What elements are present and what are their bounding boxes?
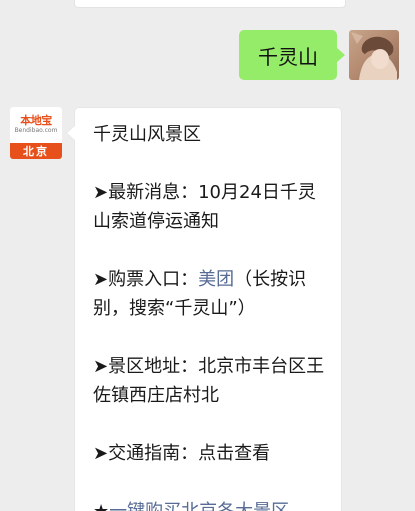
latest-news-prefix: ➤最新消息： bbox=[93, 182, 199, 203]
previous-message-bubble[interactable] bbox=[74, 0, 346, 8]
outgoing-message-text: 千灵山 bbox=[258, 44, 318, 69]
ticket-line: ➤购票入口：美团（长按识别，搜索“千灵山”） bbox=[93, 265, 327, 323]
official-account-avatar[interactable]: 本地宝 Bendibao.com 北京 bbox=[10, 107, 62, 159]
chat-view: 千灵山 本地宝 Bendibao.com 北京 千灵山风景区 ➤最新消息：10月… bbox=[0, 0, 415, 511]
line-spacer bbox=[93, 410, 327, 439]
incoming-message-bubble[interactable]: 千灵山风景区 ➤最新消息：10月24日千灵山索道停运通知 ➤购票入口：美团（长按… bbox=[66, 107, 342, 511]
line-spacer bbox=[93, 323, 327, 352]
star-icon: ★ bbox=[93, 501, 109, 511]
traffic-line: ➤交通指南：点击查看 bbox=[93, 439, 327, 468]
message-title: 千灵山风景区 bbox=[93, 124, 201, 145]
line-spacer bbox=[93, 468, 327, 497]
traffic-prefix: ➤交通指南： bbox=[93, 443, 199, 464]
brand-logo-area: 本地宝 Bendibao.com bbox=[10, 107, 62, 143]
line-spacer bbox=[93, 236, 327, 265]
brand-logo-text: 本地宝 bbox=[20, 114, 52, 127]
traffic-link[interactable]: 点击查看 bbox=[198, 443, 270, 464]
line-spacer bbox=[93, 149, 327, 178]
latest-news-line: ➤最新消息：10月24日千灵山索道停运通知 bbox=[93, 178, 327, 236]
address-prefix: ➤景区地址： bbox=[93, 356, 199, 377]
outgoing-message-bubble[interactable]: 千灵山 bbox=[239, 30, 345, 80]
buy-all-link[interactable]: 一键购买北京各大景区 bbox=[109, 501, 289, 511]
ticket-prefix: ➤购票入口： bbox=[93, 269, 199, 290]
brand-url-text: Bendibao.com bbox=[14, 127, 58, 134]
meituan-link[interactable]: 美团 bbox=[198, 269, 234, 290]
address-line: ➤景区地址：北京市丰台区王佐镇西庄店村北 bbox=[93, 352, 327, 410]
buy-all-line: ★一键购买北京各大景区 bbox=[93, 497, 327, 511]
brand-city-label: 北京 bbox=[10, 143, 62, 159]
user-avatar[interactable] bbox=[349, 30, 399, 80]
user-avatar-image bbox=[349, 30, 399, 80]
